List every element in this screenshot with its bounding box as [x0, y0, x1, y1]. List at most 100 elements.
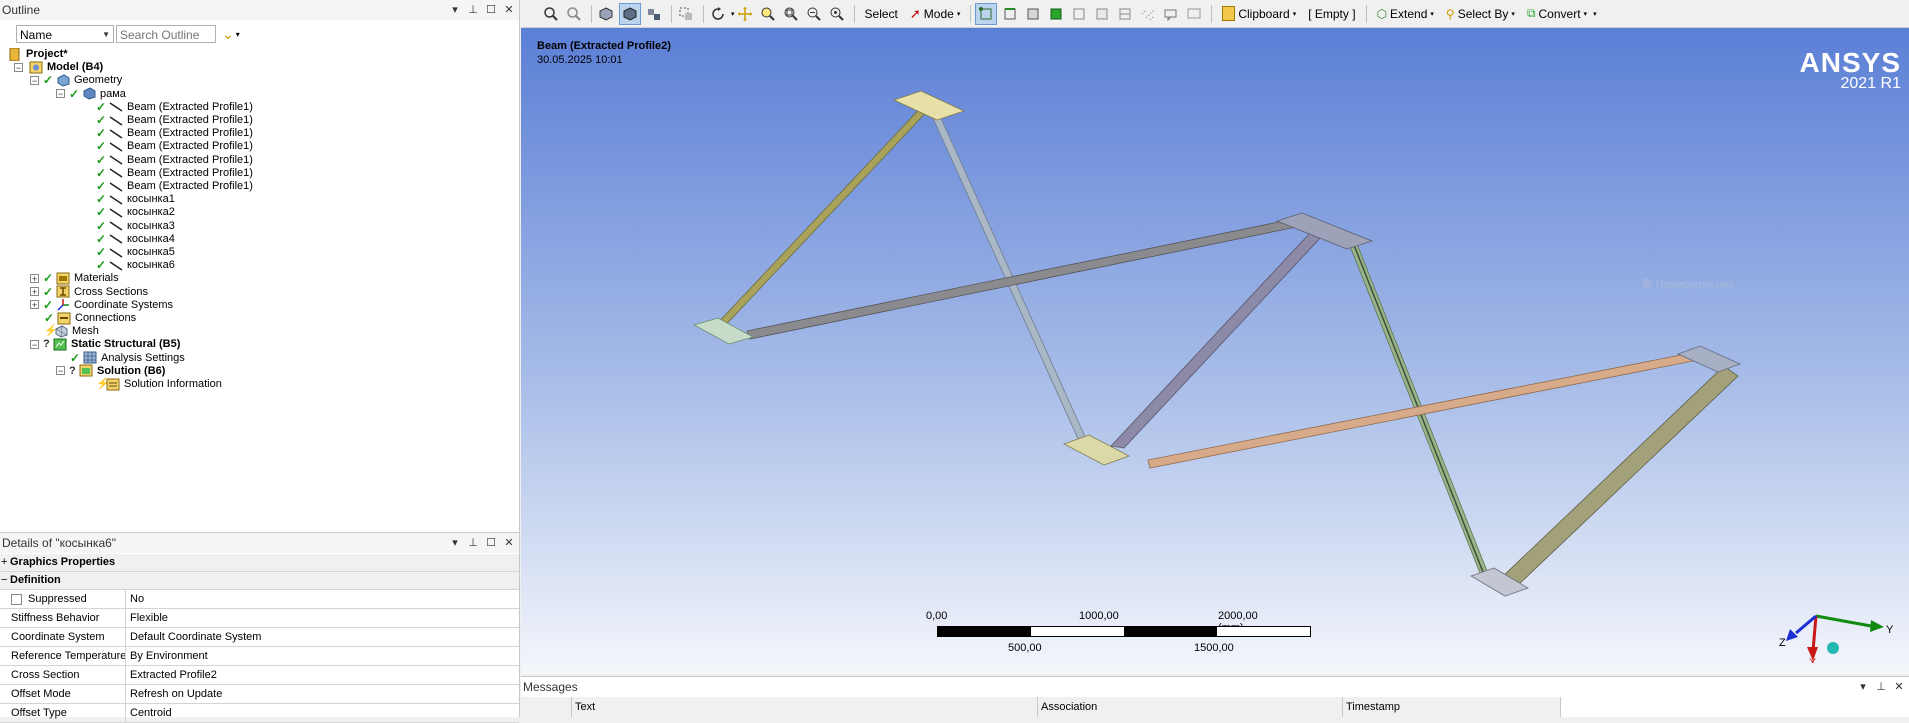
- extend-button[interactable]: ⬡ Extend ▾: [1377, 7, 1434, 21]
- zoom-selection-icon[interactable]: [827, 4, 847, 24]
- clipboard-button[interactable]: Clipboard ▾: [1222, 6, 1296, 21]
- dropdown-icon[interactable]: ▾: [449, 4, 461, 16]
- zoom-icon[interactable]: [758, 4, 778, 24]
- rotate-icon[interactable]: [708, 4, 728, 24]
- zoom-in-icon[interactable]: [541, 4, 561, 24]
- details-key: Offset Mode: [0, 685, 126, 703]
- details-row[interactable]: Offset Type Centroid: [0, 704, 519, 723]
- details-row[interactable]: Coordinate System Default Coordinate Sys…: [0, 628, 519, 647]
- pin-icon[interactable]: ⊥: [1875, 681, 1887, 693]
- select-body-icon[interactable]: [1046, 4, 1066, 24]
- details-key: Reference Temperature: [0, 647, 126, 665]
- solution-icon: [79, 364, 93, 377]
- select-vertex-icon[interactable]: [975, 2, 998, 25]
- select-node-icon[interactable]: [1069, 4, 1089, 24]
- convert-button[interactable]: ⧉ Convert ▾: [1527, 6, 1587, 21]
- filter-type-combo[interactable]: Name ▼: [16, 25, 114, 43]
- close-icon[interactable]: ✕: [1893, 681, 1905, 693]
- details-value[interactable]: No: [126, 590, 144, 608]
- details-value[interactable]: Default Coordinate System: [126, 628, 261, 646]
- search-outline-input[interactable]: [117, 26, 218, 44]
- tree-item-label: косынка6: [127, 259, 175, 272]
- details-header: Details of "косынка6" ▾ ⊥ ☐ ✕: [0, 533, 519, 553]
- pin-icon[interactable]: ⊥: [467, 4, 479, 16]
- scale-label-0: 0,00: [926, 610, 948, 622]
- axis-z-label: Z: [1779, 637, 1786, 649]
- shaded-cube-icon[interactable]: [619, 2, 641, 25]
- details-value[interactable]: Flexible: [126, 609, 168, 627]
- pin-marker-icon: ⚲: [1445, 6, 1455, 21]
- suppressed-checkbox[interactable]: [11, 593, 22, 605]
- tree-item-label: Solution Information: [124, 378, 222, 390]
- toolbar-overflow-icon[interactable]: ▾: [1593, 10, 1597, 18]
- mode-button[interactable]: ➚ Mode ▾: [910, 6, 960, 22]
- tree-item[interactable]: ⚡ Solution Information: [96, 376, 222, 392]
- details-value[interactable]: Centroid: [126, 704, 172, 722]
- collapse-icon[interactable]: −: [56, 366, 65, 376]
- select-element-face-icon[interactable]: [1092, 4, 1112, 24]
- collapse-icon[interactable]: −: [30, 339, 39, 349]
- details-value[interactable]: Refresh on Update: [126, 685, 222, 703]
- convert-icon: ⧉: [1526, 6, 1536, 20]
- details-row[interactable]: Offset Mode Refresh on Update: [0, 685, 519, 704]
- beam-orange: [1147, 350, 1704, 469]
- model-geometry[interactable]: [521, 28, 1909, 674]
- collapse-icon[interactable]: −: [30, 75, 39, 85]
- annotation-icon[interactable]: [1184, 4, 1204, 24]
- expand-icon[interactable]: +: [30, 287, 39, 297]
- box-select-icon[interactable]: [676, 4, 696, 24]
- axis-x-label: X: [1809, 657, 1817, 663]
- clipboard-icon: [1222, 6, 1236, 21]
- messages-title: Messages: [523, 680, 578, 694]
- details-key: Coordinate System: [0, 628, 126, 646]
- outline-header: Outline ▾ ⊥ ☐ ✕: [0, 0, 519, 20]
- maximize-icon[interactable]: ☐: [485, 4, 497, 16]
- outline-filter-bar: Name▼ ⌄ ▾: [16, 24, 240, 44]
- select-face-icon[interactable]: [1023, 4, 1043, 24]
- cube-icon[interactable]: [596, 4, 616, 24]
- messages-header: Messages ▾ ⊥ ✕: [521, 677, 1909, 697]
- scale-label-500: 500,00: [1008, 642, 1042, 654]
- select-mesh-icon[interactable]: [1138, 4, 1158, 24]
- column-association[interactable]: Association: [1038, 697, 1343, 717]
- zoom-box-icon[interactable]: [781, 4, 801, 24]
- select-element-icon[interactable]: [1115, 4, 1135, 24]
- messages-columns: Text Association Timestamp: [521, 697, 1561, 717]
- search-outline-box[interactable]: [116, 25, 218, 44]
- select-by-button[interactable]: ⚲ Select By ▾: [1446, 7, 1515, 21]
- expand-icon[interactable]: +: [30, 273, 39, 283]
- details-value[interactable]: Extracted Profile2: [126, 666, 217, 684]
- pin-icon[interactable]: ⊥: [467, 537, 479, 549]
- details-row[interactable]: Suppressed No: [0, 590, 519, 609]
- details-value[interactable]: By Environment: [126, 647, 208, 665]
- details-row[interactable]: Reference Temperature By Environment: [0, 647, 519, 666]
- zoom-out-icon[interactable]: [564, 4, 584, 24]
- close-icon[interactable]: ✕: [503, 4, 515, 16]
- select-edge-icon[interactable]: [1000, 4, 1020, 24]
- section-graphics-properties[interactable]: + Graphics Properties: [0, 554, 519, 572]
- filter-dropdown-icon[interactable]: ▾: [236, 30, 240, 39]
- graphics-viewport[interactable]: Beam (Extracted Profile2) 30.05.2025 10:…: [521, 28, 1909, 674]
- details-pane: Details of "косынка6" ▾ ⊥ ☐ ✕ + Graphics …: [0, 532, 520, 723]
- dropdown-icon[interactable]: ▾: [1857, 681, 1869, 693]
- beam-yellow: [712, 98, 935, 334]
- details-row[interactable]: Stiffness Behavior Flexible: [0, 609, 519, 628]
- maximize-icon[interactable]: ☐: [485, 537, 497, 549]
- collapse-icon[interactable]: −: [56, 89, 65, 99]
- parts-icon[interactable]: [644, 4, 664, 24]
- pan-icon[interactable]: [735, 4, 755, 24]
- collapse-icon[interactable]: −: [14, 62, 23, 72]
- details-row[interactable]: Cross Section Extracted Profile2: [0, 666, 519, 685]
- close-icon[interactable]: ✕: [503, 537, 515, 549]
- expand-icon[interactable]: +: [30, 300, 39, 310]
- column-text[interactable]: Text: [572, 697, 1038, 717]
- section-definition[interactable]: − Definition: [0, 572, 519, 590]
- filter-chevron-icon[interactable]: ⌄: [222, 26, 234, 43]
- dropdown-icon[interactable]: ▾: [449, 537, 461, 549]
- select-button[interactable]: Select: [865, 7, 898, 21]
- zoom-fit-icon[interactable]: [804, 4, 824, 24]
- gusset-4: [1275, 212, 1374, 250]
- label-icon[interactable]: [1161, 4, 1181, 24]
- axis-triad[interactable]: Y X Z: [1776, 583, 1896, 663]
- column-timestamp[interactable]: Timestamp: [1343, 697, 1561, 717]
